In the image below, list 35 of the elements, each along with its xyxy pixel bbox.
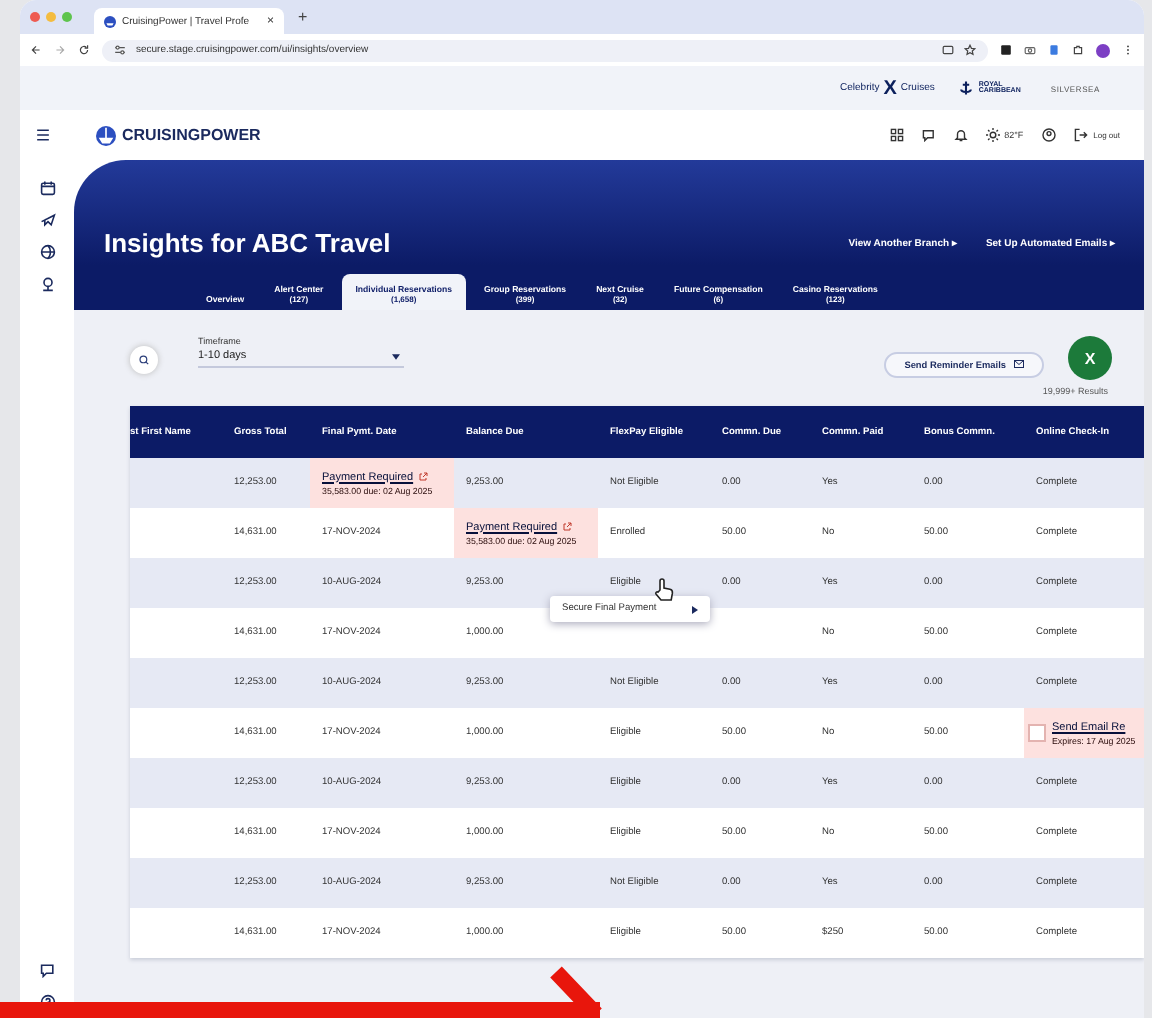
cast-icon[interactable] [942, 44, 954, 56]
sun-icon [986, 128, 1001, 142]
globe-icon[interactable] [39, 244, 55, 260]
submenu-arrow-icon [692, 605, 699, 613]
excel-export-button[interactable]: X [1068, 336, 1112, 380]
location-pin-icon[interactable] [39, 276, 55, 292]
user-icon[interactable] [1041, 128, 1056, 142]
checkbox[interactable] [1028, 724, 1046, 742]
page-title: Insights for ABC Travel [104, 228, 391, 258]
chat-icon[interactable] [922, 128, 937, 142]
profile-avatar[interactable] [1096, 43, 1110, 57]
site-settings-icon[interactable] [114, 44, 126, 56]
camera-icon[interactable] [1024, 44, 1036, 56]
grid-icon[interactable] [890, 128, 905, 142]
logout-icon [1073, 128, 1088, 142]
caret-icon [392, 353, 400, 359]
new-tab-button[interactable]: + [298, 8, 308, 26]
anchor-logo-icon [958, 80, 975, 96]
chat-icon[interactable] [39, 962, 55, 978]
extension-icon[interactable] [1000, 44, 1012, 56]
external-link-icon[interactable] [561, 522, 572, 532]
menu-icon[interactable] [36, 128, 50, 142]
star-icon[interactable] [964, 44, 976, 56]
reload-icon[interactable] [78, 44, 90, 56]
back-icon[interactable] [30, 44, 42, 56]
mail-icon [1014, 360, 1024, 368]
calendar-icon[interactable] [39, 180, 55, 196]
search-button[interactable] [130, 346, 158, 374]
app-logo: CRUISINGPOWER [122, 126, 261, 144]
search-icon [138, 354, 150, 366]
brand-mark: X [883, 77, 897, 99]
close-window-icon[interactable] [30, 12, 40, 22]
external-link-icon[interactable] [417, 472, 428, 482]
bell-icon[interactable] [954, 128, 969, 142]
airplane-icon[interactable] [39, 212, 55, 228]
